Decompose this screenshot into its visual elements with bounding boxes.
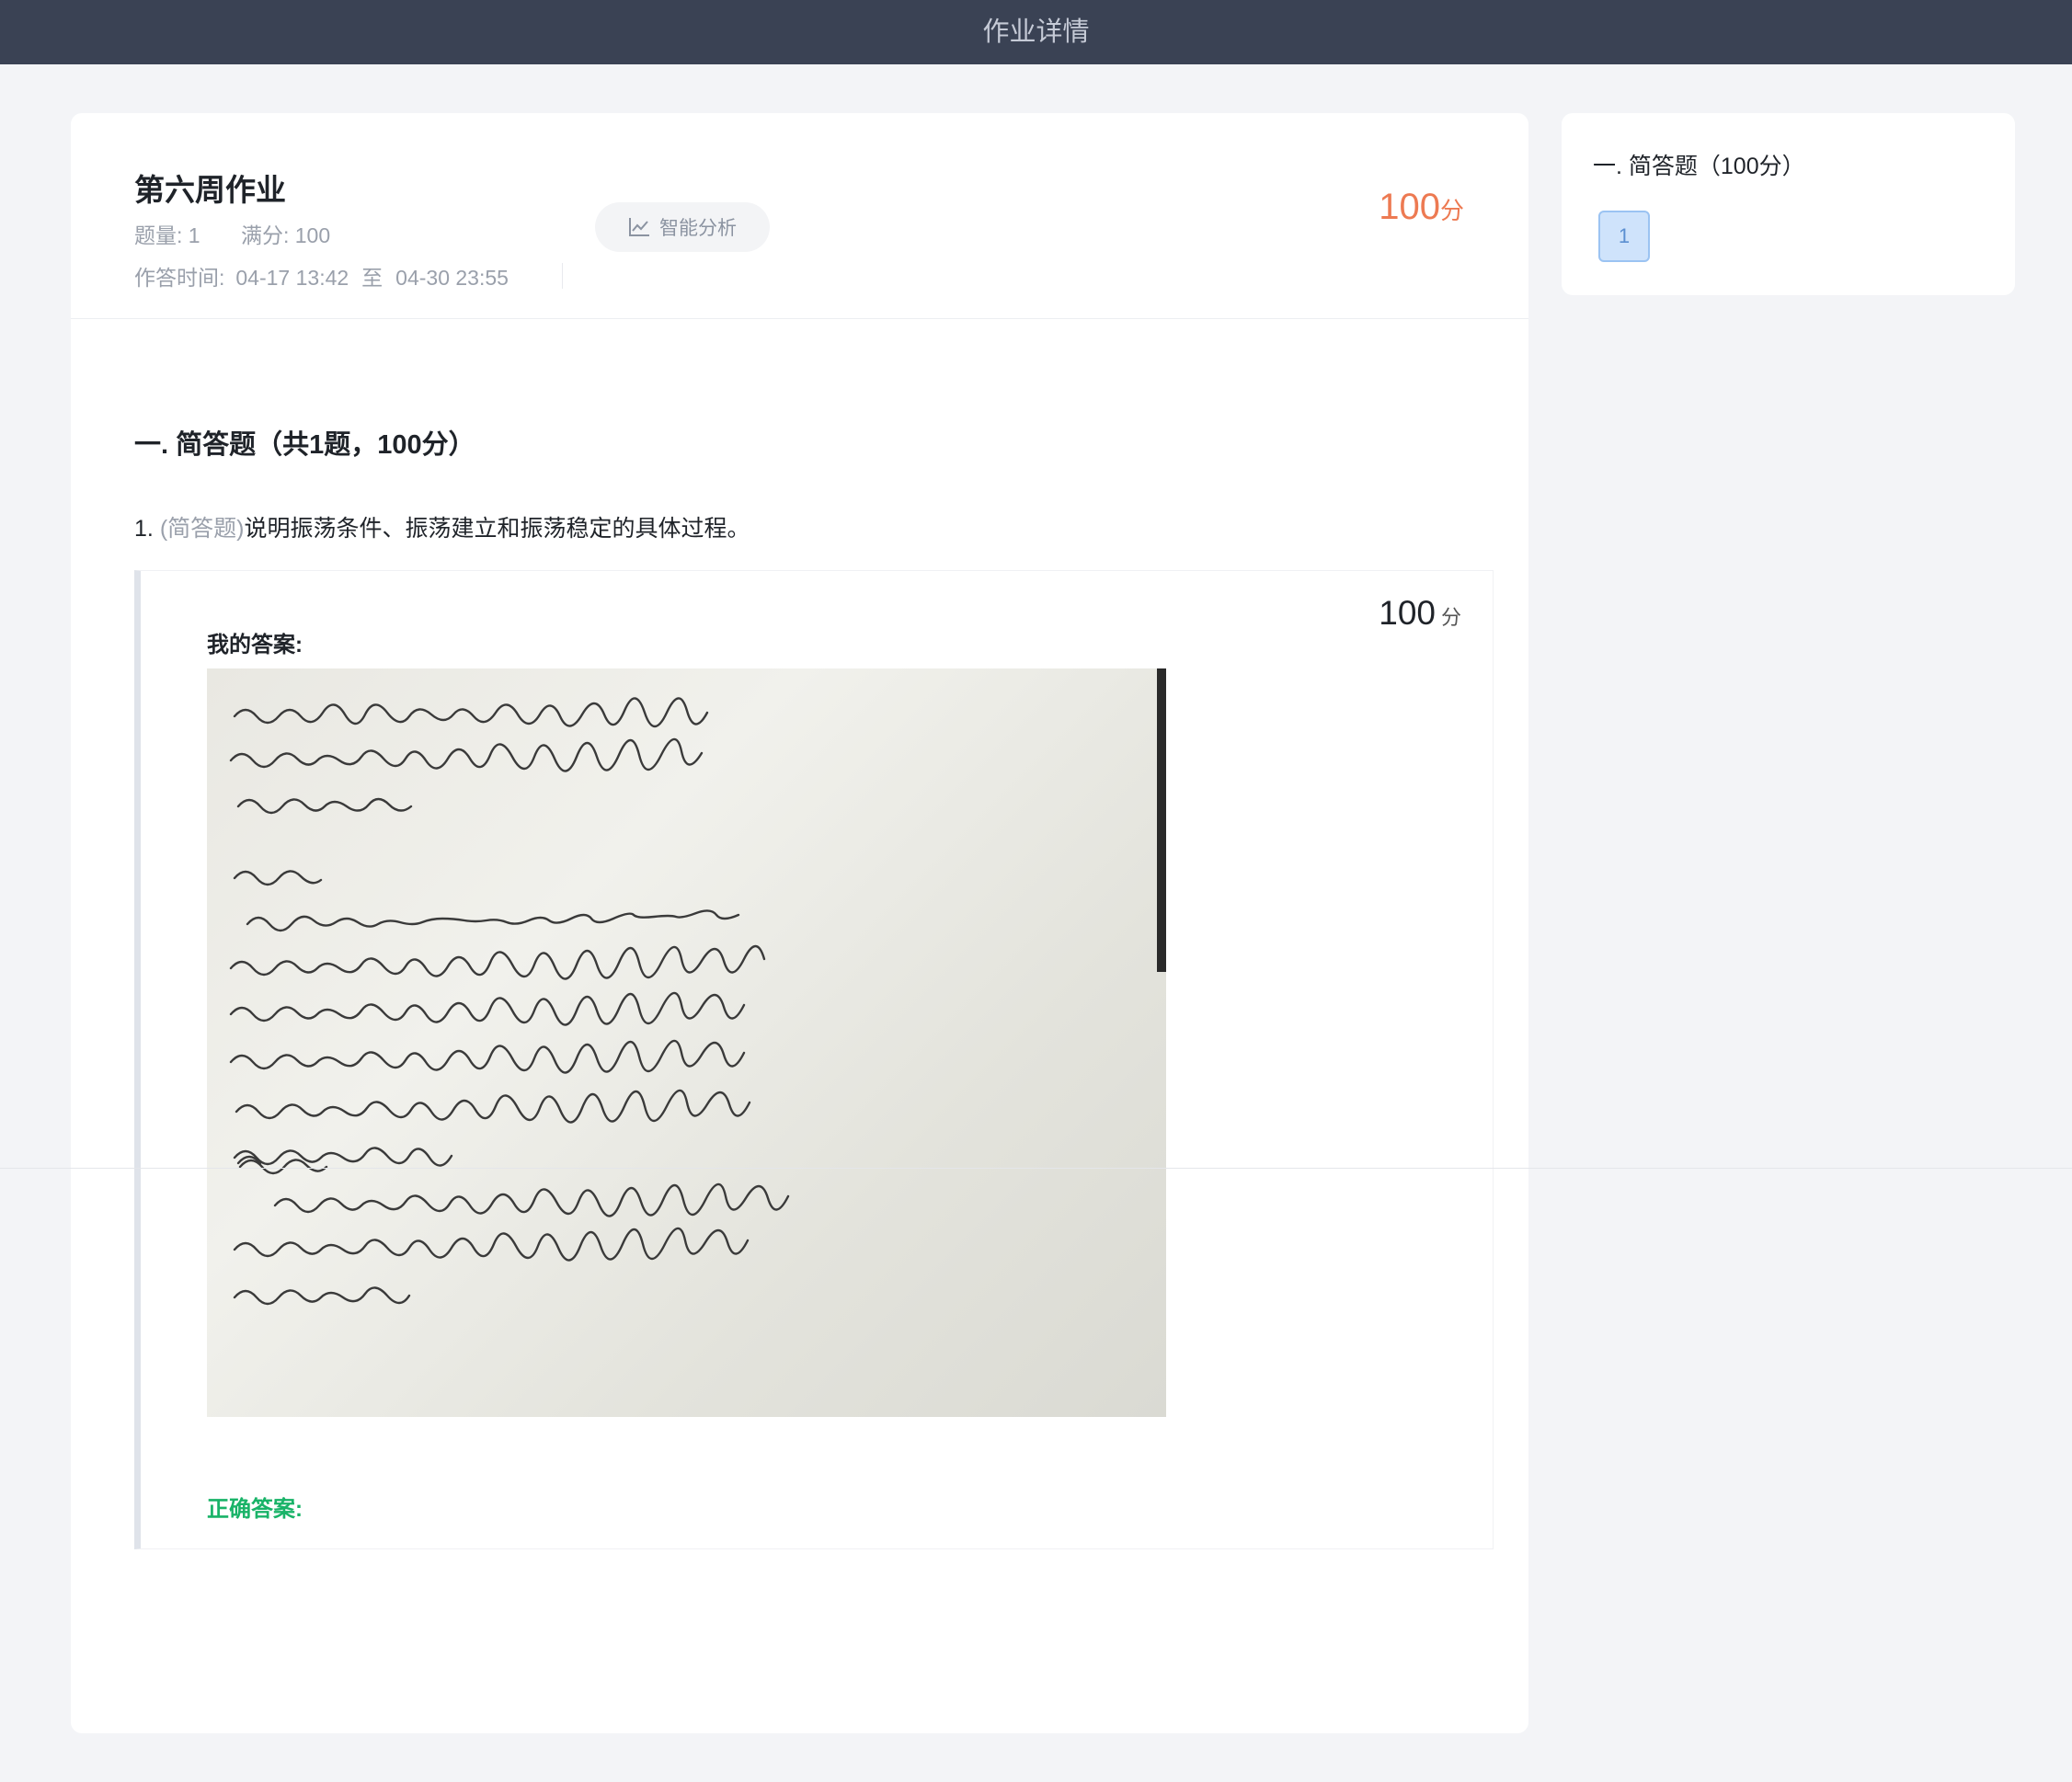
answer-time-separator: 至 [361,266,383,290]
homework-detail-card: 第六周作业 题量: 1 满分: 100 作答时间: 04-17 13:42 至 04-… [71,113,1528,1733]
question-stem: 1. (简答题)说明振荡条件、振荡建立和振荡稳定的具体过程。 [134,510,750,543]
question-score-value: 100 [1379,594,1436,632]
page-title: 作业详情 [982,17,1090,47]
question-type: (简答题) [159,516,245,542]
answer-box: 100 分 我的答案: 正确答案: [134,570,1494,1549]
question-text: 说明振荡条件、振荡建立和振荡稳定的具体过程。 [244,516,750,542]
answer-time-end: 04-30 23:55 [395,266,509,290]
answer-time-label: 作答时间: [134,266,225,290]
divider-line [0,1168,2072,1169]
divider [562,263,563,289]
total-score-unit: 分 [1439,197,1464,224]
smart-analysis-label: 智能分析 [659,218,737,239]
question-number: 1. [134,516,154,542]
line-chart-icon [629,218,649,236]
total-score: 100分 [1379,187,1464,228]
navigator-section-title: 一. 简答题（100分） [1593,154,1805,179]
question-navigator: 一. 简答题（100分） 1 [1562,113,2015,295]
handwriting-scribbles [229,697,790,1306]
top-bar: 作业详情 [0,0,2072,64]
homework-title: 第六周作业 [134,173,286,207]
my-answer-label: 我的答案: [207,633,303,657]
smart-analysis-button[interactable]: 智能分析 [595,202,770,252]
handwritten-answer-image[interactable] [207,668,1166,1417]
total-score-value: 100 [1379,187,1440,227]
answer-time-start: 04-17 13:42 [235,266,349,290]
question-score: 100 分 [1379,594,1461,633]
correct-answer-label: 正确答案: [207,1497,303,1522]
section-title: 一. 简答题（共1题，100分） [134,430,475,460]
question-number-button[interactable]: 1 [1598,211,1650,262]
question-count: 题量: 1 [134,223,200,247]
homework-meta: 题量: 1 满分: 100 [134,218,365,249]
answer-time: 作答时间: 04-17 13:42 至 04-30 23:55 [134,260,509,291]
question-score-unit: 分 [1440,606,1461,629]
full-score: 满分: 100 [240,223,331,247]
homework-header: 第六周作业 题量: 1 满分: 100 作答时间: 04-17 13:42 至 04-… [71,113,1528,319]
